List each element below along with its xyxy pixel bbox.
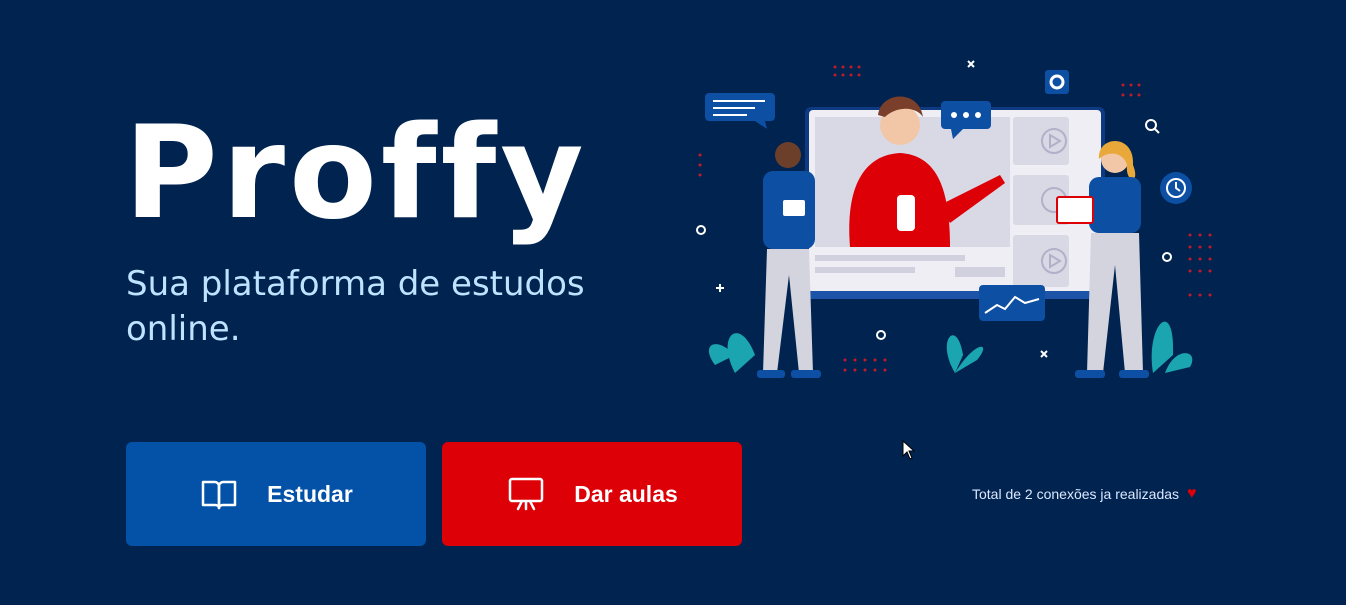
tagline: Sua plataforma de estudos online. xyxy=(126,264,585,349)
book-open-icon xyxy=(199,474,239,514)
heart-icon: ♥ xyxy=(1187,485,1197,502)
total-connections: Total de 2 conexões ja realizadas ♥ xyxy=(972,485,1197,503)
study-button[interactable]: Estudar xyxy=(126,442,426,546)
teach-button[interactable]: Dar aulas xyxy=(442,442,742,546)
study-button-label: Estudar xyxy=(267,480,353,507)
logo: Proffy xyxy=(124,99,588,248)
presentation-icon xyxy=(506,474,546,514)
hero-illustration xyxy=(696,60,1212,378)
teach-button-label: Dar aulas xyxy=(574,480,678,507)
mouse-cursor-icon xyxy=(902,440,916,460)
connections-text: Total de 2 conexões ja realizadas xyxy=(972,486,1180,502)
